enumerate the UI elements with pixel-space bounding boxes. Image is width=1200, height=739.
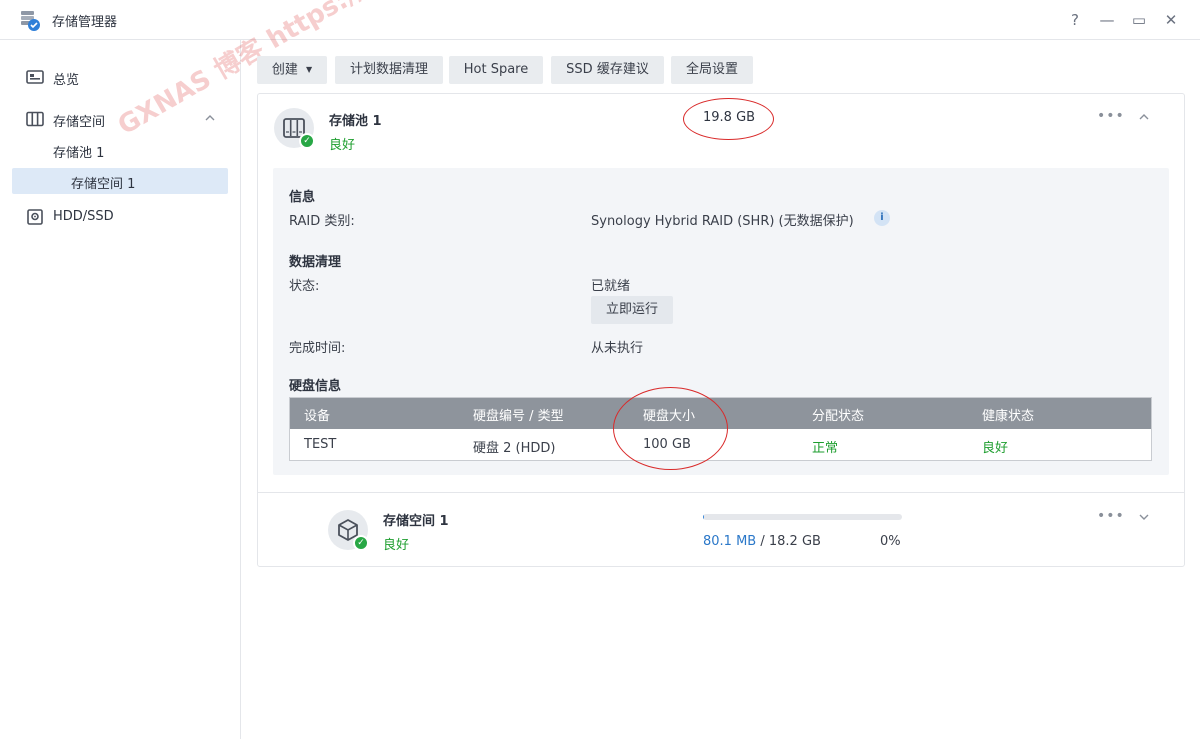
column-header[interactable]: 健康状态 xyxy=(982,405,1034,424)
sidebar-item-label: HDD/SSD xyxy=(53,209,114,224)
sidebar-item-volume[interactable]: 存储空间 1 xyxy=(12,168,228,194)
help-button[interactable]: ? xyxy=(1065,10,1085,30)
raid-type-label: RAID 类别: xyxy=(289,214,355,229)
volume-icon: ✓ xyxy=(328,510,369,551)
storage-icon xyxy=(26,111,44,127)
sidebar-item-label: 存储空间 1 xyxy=(71,177,136,192)
hdd-icon xyxy=(27,209,43,225)
run-now-button[interactable]: 立即运行 xyxy=(591,296,673,324)
column-header[interactable]: 硬盘大小 xyxy=(643,405,695,424)
create-button-label: 创建 xyxy=(271,62,298,78)
storage-manager-app-icon xyxy=(21,11,40,31)
usage-separator: / xyxy=(756,534,769,549)
volume-usage-fill xyxy=(703,514,704,520)
caret-down-icon: ▼ xyxy=(306,65,313,74)
divider xyxy=(258,492,1184,493)
minimize-button[interactable]: — xyxy=(1097,10,1117,30)
title-bar: 存储管理器 ? — ▭ ✕ xyxy=(0,0,1200,40)
storage-pool-icon: ✓ xyxy=(274,108,315,149)
table-cell-health-status: 良好 xyxy=(982,441,1009,456)
maximize-button[interactable]: ▭ xyxy=(1129,10,1149,30)
disk-table: 设备 硬盘编号 / 类型 硬盘大小 分配状态 健康状态 TEST 硬盘 2 (H… xyxy=(289,397,1152,461)
volume-usage-percent: 0% xyxy=(880,534,901,549)
pool-name: 存储池 1 xyxy=(329,114,382,129)
info-section-title: 信息 xyxy=(289,190,316,205)
overview-icon xyxy=(26,70,44,84)
chevron-up-icon[interactable] xyxy=(1136,109,1152,125)
scrub-section-title: 数据清理 xyxy=(289,255,342,270)
volume-status: 良好 xyxy=(383,538,410,553)
check-icon: ✓ xyxy=(353,535,369,551)
completion-time-label: 完成时间: xyxy=(289,341,346,356)
window-title: 存储管理器 xyxy=(52,15,118,30)
volume-name: 存储空间 1 xyxy=(383,514,449,529)
scheduled-scrub-button[interactable]: 计划数据清理 xyxy=(335,56,443,84)
table-cell-disk-size: 100 GB xyxy=(643,437,691,452)
pool-status: 良好 xyxy=(329,138,356,153)
more-options-icon[interactable]: ••• xyxy=(1097,509,1124,526)
pool-size: 19.8 GB xyxy=(703,110,756,125)
scrub-status-label: 状态: xyxy=(289,279,320,294)
sidebar-item-label: 存储空间 xyxy=(53,115,106,130)
sidebar-item-pool[interactable]: 存储池 1 xyxy=(53,141,213,167)
ssd-cache-advisor-button[interactable]: SSD 缓存建议 xyxy=(551,56,664,84)
sidebar-item-storage[interactable]: 存储空间 xyxy=(12,105,228,133)
sidebar-item-label: 总览 xyxy=(53,73,80,88)
disk-info-section-title: 硬盘信息 xyxy=(289,379,342,394)
close-button[interactable]: ✕ xyxy=(1161,10,1181,30)
info-icon[interactable]: i xyxy=(874,210,890,226)
global-settings-button[interactable]: 全局设置 xyxy=(671,56,753,84)
storage-pool-card: ✓ 存储池 1 良好 19.8 GB ••• 信息 RAID 类别: Synol… xyxy=(257,93,1185,567)
table-cell-allocation-status: 正常 xyxy=(812,441,839,456)
column-header[interactable]: 设备 xyxy=(304,405,330,424)
raid-type-value: Synology Hybrid RAID (SHR) (无数据保护) xyxy=(591,214,854,229)
table-cell-disk-id: 硬盘 2 (HDD) xyxy=(473,441,556,456)
volume-used: 80.1 MB xyxy=(703,534,757,549)
scrub-status-value: 已就绪 xyxy=(591,279,631,294)
check-icon: ✓ xyxy=(299,133,315,149)
hot-spare-button[interactable]: Hot Spare xyxy=(449,56,543,84)
column-header[interactable]: 分配状态 xyxy=(812,405,864,424)
pool-detail-panel: 信息 RAID 类别: Synology Hybrid RAID (SHR) (… xyxy=(273,168,1169,475)
volume-usage-text: 80.1 MB / 18.2 GB xyxy=(703,534,821,549)
chevron-down-icon[interactable] xyxy=(1136,509,1152,525)
table-cell-device: TEST xyxy=(304,437,337,452)
completion-time-value: 从未执行 xyxy=(591,341,644,356)
more-options-icon[interactable]: ••• xyxy=(1097,109,1124,126)
column-header[interactable]: 硬盘编号 / 类型 xyxy=(473,405,564,424)
sidebar-item-overview[interactable]: 总览 xyxy=(12,63,228,91)
volume-usage-bar xyxy=(703,514,902,520)
sidebar-item-hdd[interactable]: HDD/SSD xyxy=(12,203,228,231)
table-row[interactable]: TEST 硬盘 2 (HDD) 100 GB 正常 良好 xyxy=(290,429,1151,460)
chevron-up-icon[interactable] xyxy=(204,112,216,124)
volume-total: 18.2 GB xyxy=(768,534,821,549)
create-button[interactable]: 创建 ▼ xyxy=(257,56,327,84)
sidebar: 总览 存储空间 存储池 1 存储空间 1 HDD/SSD xyxy=(0,40,241,739)
table-header: 设备 硬盘编号 / 类型 硬盘大小 分配状态 健康状态 xyxy=(290,398,1151,429)
